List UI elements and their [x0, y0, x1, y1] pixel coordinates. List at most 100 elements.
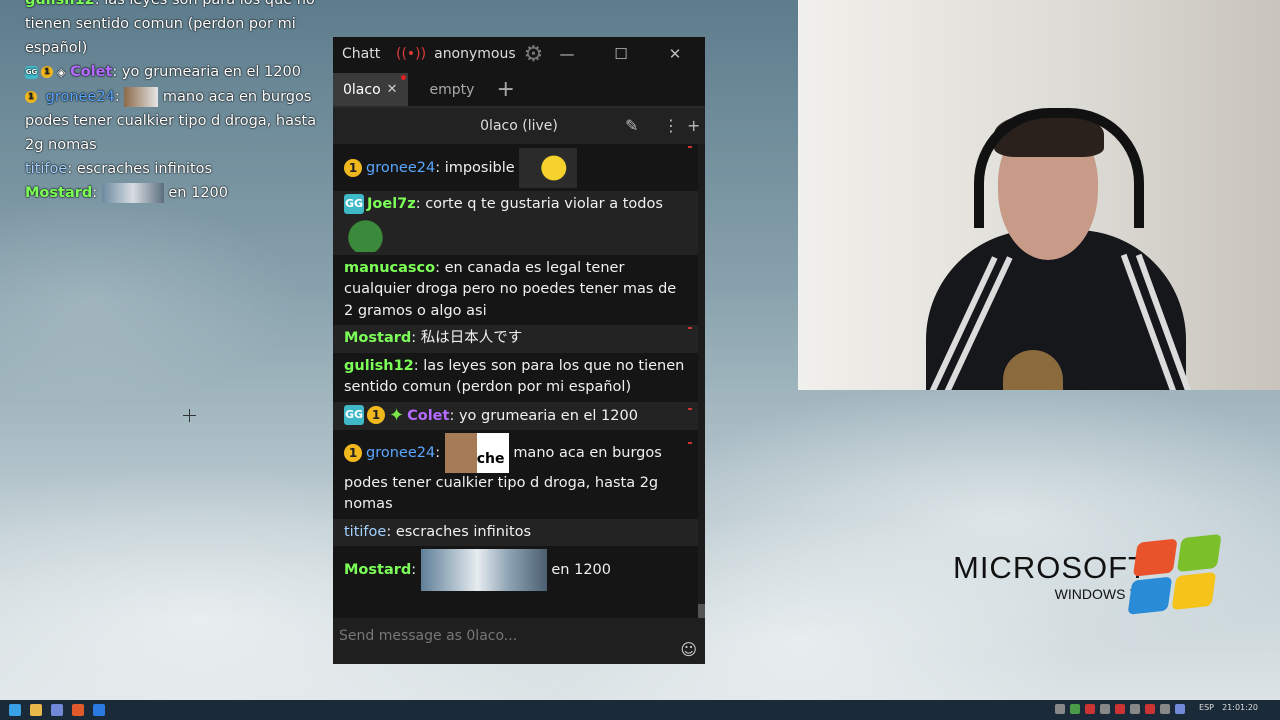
overlay-username: Colet: [70, 64, 113, 80]
tab-close-icon[interactable]: ✕: [387, 82, 398, 97]
highlight-marker: [688, 441, 692, 444]
scrollbar[interactable]: [698, 144, 705, 618]
minimize-button[interactable]: —: [547, 37, 587, 71]
username[interactable]: Joel7z: [367, 196, 416, 212]
overlay-text: escraches infinitos: [76, 161, 213, 177]
start-icon[interactable]: [9, 704, 21, 716]
sub-badge-icon: 1: [344, 443, 362, 462]
tray-icon[interactable]: [1100, 704, 1110, 714]
clock[interactable]: 21:01:20: [1222, 703, 1258, 712]
account-switcher[interactable]: anonymous: [434, 46, 516, 62]
colon: :: [413, 357, 419, 374]
cat-emote-icon: [124, 87, 159, 107]
tab-0laco[interactable]: 0laco ✕: [333, 73, 408, 106]
maximize-button[interactable]: ☐: [601, 37, 641, 71]
menu-icon[interactable]: ⋮: [663, 116, 679, 135]
headset-icon: [974, 108, 1144, 228]
tab-empty[interactable]: empty: [420, 73, 485, 106]
colon: :: [415, 196, 421, 212]
overlay-colon: :: [92, 185, 98, 201]
username[interactable]: manucasco: [344, 260, 435, 276]
overlay-username: gulish12: [25, 0, 95, 8]
sub-badge-icon: 1: [344, 159, 362, 177]
discord-icon[interactable]: [51, 704, 63, 716]
tray-icon[interactable]: [1160, 704, 1170, 714]
live-dot-icon: [400, 75, 406, 80]
message-text: 私は日本人です: [420, 330, 523, 346]
username[interactable]: titifoe: [344, 524, 386, 540]
add-tab-button[interactable]: +: [496, 73, 514, 106]
sub-badge-icon: 1: [367, 406, 385, 425]
tray-icon[interactable]: [1055, 704, 1065, 714]
gg-badge-icon: GG: [344, 405, 364, 426]
overlay-colon: :: [67, 161, 73, 177]
tray-icon[interactable]: [1130, 704, 1140, 714]
username[interactable]: gronee24: [366, 160, 435, 176]
username[interactable]: Mostard: [344, 562, 411, 578]
tray-icon[interactable]: [1070, 704, 1080, 714]
moderation-icon[interactable]: ✎: [625, 116, 638, 135]
close-button[interactable]: ✕: [655, 37, 695, 71]
message-text: yo grumearia en el 1200: [458, 407, 638, 424]
colon: :: [386, 523, 392, 540]
chat-message: 1 gronee24: imposible: [333, 144, 698, 191]
brand-text: MICROSOFT: [953, 550, 1148, 585]
system-tray: [1055, 704, 1185, 714]
chat-message: Mostard: en 1200: [333, 546, 698, 595]
gg-badge-icon: GG: [344, 194, 364, 214]
chat-message: gulish12: las leyes son para los que no …: [333, 352, 698, 402]
settings-icon[interactable]: ⚙: [524, 42, 544, 67]
live-icon[interactable]: ((•)): [396, 46, 426, 62]
chatterino-taskbar-icon[interactable]: [93, 704, 105, 716]
tray-icon[interactable]: [1085, 704, 1095, 714]
tray-icon[interactable]: [1145, 704, 1155, 714]
username[interactable]: Colet: [407, 407, 449, 423]
message-input-bar: ☺: [333, 618, 705, 664]
tigers-emote-icon: [420, 549, 547, 592]
tray-icon[interactable]: [1115, 704, 1125, 714]
crosshair-cursor-icon: [183, 409, 196, 422]
overlay-line: GG 1 ◈ Colet: yo grumearia en el 1200: [25, 60, 325, 85]
overlay-text: yo grumearia en el 1200: [121, 64, 301, 80]
username[interactable]: Mostard: [344, 330, 411, 346]
windows-xp-logo: MICROSOFT WINDOWS XP: [953, 550, 1148, 602]
overlay-colon: :: [114, 89, 120, 105]
username[interactable]: gronee24: [366, 445, 435, 461]
highlight-marker: [688, 327, 692, 329]
colon: :: [435, 160, 441, 176]
message-input[interactable]: [337, 624, 661, 648]
colon: :: [411, 562, 417, 579]
title-bar[interactable]: Chatterino ((•)) anonymous ⚙ — ☐ ✕: [333, 37, 705, 71]
message-list[interactable]: 1 gronee24: imposible GG Joel7z: corte q t…: [333, 144, 698, 618]
emoji-icon[interactable]: ☺: [680, 640, 697, 659]
tray-icon[interactable]: [1175, 704, 1185, 714]
scrollbar-thumb[interactable]: [698, 604, 705, 618]
chat-message: manucasco: en canada es legal tener cual…: [333, 254, 698, 325]
window-title: Chatterino: [342, 46, 380, 62]
channel-header: 0laco (live) ✎ ⋮ +: [333, 108, 705, 144]
brave-icon[interactable]: [72, 704, 84, 716]
overlay-colon: :: [94, 0, 100, 8]
chat-message: 1 gronee24: che mano aca en burgos podes …: [333, 429, 698, 519]
chatterino-window: Chatterino ((•)) anonymous ⚙ — ☐ ✕ 0laco…: [333, 37, 705, 664]
overlay-username: Mostard: [25, 185, 93, 201]
emote-image: [519, 148, 578, 188]
overlay-text: las leyes son para los que no tienen sen…: [25, 0, 315, 56]
overlay-line: Mostard: en 1200: [25, 181, 325, 205]
colon: :: [435, 444, 441, 461]
bits-badge-icon: ◈: [57, 66, 66, 79]
file-explorer-icon[interactable]: [30, 704, 42, 716]
colon: :: [435, 259, 440, 276]
emote-caption: che: [476, 451, 505, 468]
gg-badge-icon: GG: [25, 65, 38, 79]
overlay-username: titifoe: [25, 161, 68, 177]
username[interactable]: gulish12: [344, 358, 414, 374]
overlay-line: titifoe: escraches infinitos: [25, 157, 325, 181]
tab-label: 0laco: [343, 81, 381, 98]
language-indicator[interactable]: ESP: [1199, 703, 1214, 712]
chat-message: GG Joel7z: corte q te gustaria violar a t…: [333, 191, 698, 255]
chat-message: Mostard: 私は日本人です: [333, 325, 698, 353]
sub-badge-icon: 1: [41, 66, 53, 78]
chat-message: titifoe: escraches infinitos: [333, 518, 698, 547]
add-split-icon[interactable]: +: [687, 116, 700, 135]
